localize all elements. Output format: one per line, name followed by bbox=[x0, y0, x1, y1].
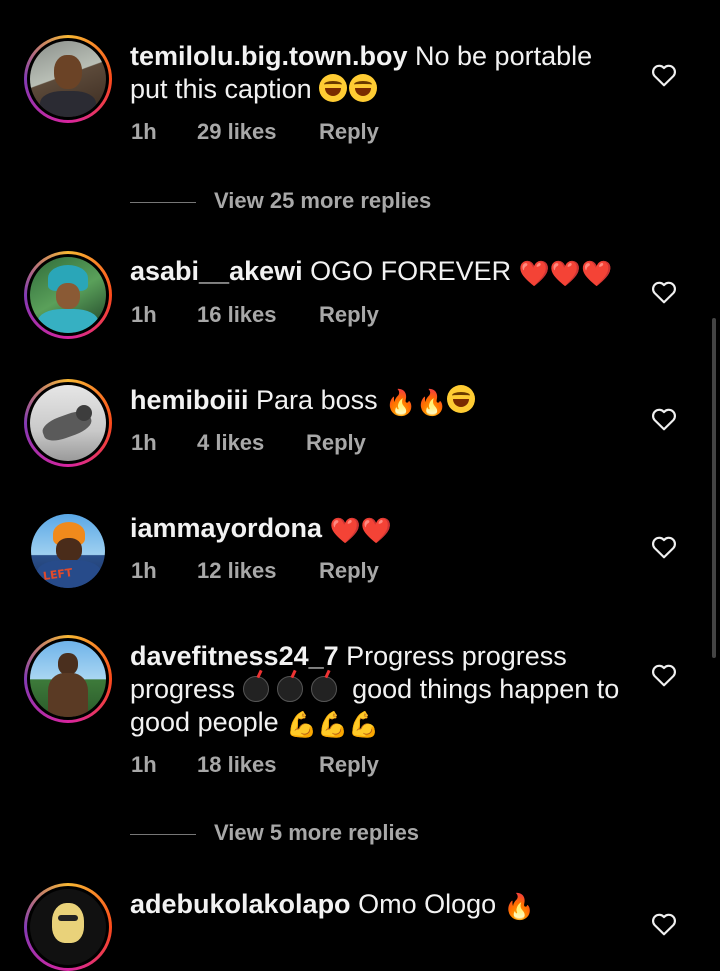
avatar[interactable] bbox=[24, 35, 112, 123]
bomb-emoji-icon bbox=[276, 676, 303, 702]
like-count[interactable]: 29 likes bbox=[197, 119, 277, 145]
heart-outline-icon[interactable] bbox=[651, 407, 677, 431]
divider-line bbox=[130, 201, 196, 203]
comment-time: 1h bbox=[131, 119, 157, 144]
avatar[interactable] bbox=[24, 883, 112, 971]
like-count[interactable]: 4 likes bbox=[197, 430, 264, 456]
heart-emoji-icon: ❤️❤️❤️ bbox=[518, 260, 613, 288]
laughing-emoji-icon bbox=[319, 74, 348, 102]
like-count[interactable]: 12 likes bbox=[197, 558, 277, 584]
fire-emoji-icon: 🔥 bbox=[503, 893, 535, 921]
comment-body: Para boss bbox=[256, 385, 378, 415]
comment-time: 1h bbox=[131, 430, 157, 455]
avatar[interactable]: LEFT bbox=[24, 507, 112, 595]
comment-username[interactable]: temilolu.big.town.boy bbox=[130, 41, 407, 71]
comment-text: asabi__akewi OGO FOREVER ❤️❤️❤️ bbox=[130, 255, 620, 291]
fire-emoji-icon: 🔥🔥 bbox=[385, 389, 448, 417]
comment-text: adebukolakolapo Omo Ologo 🔥 bbox=[130, 888, 620, 924]
comment-body: Omo Ologo bbox=[358, 889, 497, 919]
avatar[interactable] bbox=[24, 251, 112, 339]
comment-time: 1h bbox=[131, 752, 157, 777]
reply-button[interactable]: Reply bbox=[319, 302, 379, 328]
heart-emoji-icon: ❤️❤️ bbox=[329, 517, 392, 545]
reply-button[interactable]: Reply bbox=[319, 119, 379, 145]
avatar[interactable] bbox=[24, 635, 112, 723]
view-more-replies-label: View 25 more replies bbox=[214, 188, 432, 213]
scrollbar[interactable] bbox=[712, 318, 716, 658]
comment-username[interactable]: iammayordona bbox=[130, 513, 322, 543]
reply-button[interactable]: Reply bbox=[319, 558, 379, 584]
heart-outline-icon[interactable] bbox=[651, 280, 677, 304]
comment-text: temilolu.big.town.boy No be portable put… bbox=[130, 40, 620, 106]
view-more-replies-button[interactable]: View 5 more replies bbox=[130, 820, 419, 846]
comment-username[interactable]: davefitness24_7 bbox=[130, 641, 339, 671]
comment-username[interactable]: asabi__akewi bbox=[130, 256, 303, 286]
comment-text: iammayordona ❤️❤️ bbox=[130, 512, 620, 548]
comment-text: davefitness24_7 Progress progress progre… bbox=[130, 640, 620, 742]
bomb-emoji-icon bbox=[310, 676, 337, 702]
divider-line bbox=[130, 833, 196, 835]
heart-outline-icon[interactable] bbox=[651, 63, 677, 87]
reply-button[interactable]: Reply bbox=[306, 430, 366, 456]
heart-outline-icon[interactable] bbox=[651, 912, 677, 936]
comment-text: hemiboiii Para boss 🔥🔥 bbox=[130, 384, 620, 420]
comment-time: 1h bbox=[131, 558, 157, 583]
bomb-emoji-icon bbox=[242, 676, 269, 702]
flexed-biceps-emoji-icon: 💪💪💪 bbox=[286, 711, 380, 739]
comment-time: 1h bbox=[131, 302, 157, 327]
view-more-replies-label: View 5 more replies bbox=[214, 820, 420, 845]
laughing-emoji-icon bbox=[447, 385, 476, 413]
like-count[interactable]: 16 likes bbox=[197, 302, 277, 328]
view-more-replies-button[interactable]: View 25 more replies bbox=[130, 188, 431, 214]
comment-username[interactable]: hemiboiii bbox=[130, 385, 249, 415]
heart-outline-icon[interactable] bbox=[651, 663, 677, 687]
comment-body: OGO FOREVER bbox=[310, 256, 512, 286]
reply-button[interactable]: Reply bbox=[319, 752, 379, 778]
heart-outline-icon[interactable] bbox=[651, 535, 677, 559]
laughing-emoji-icon bbox=[349, 74, 378, 102]
like-count[interactable]: 18 likes bbox=[197, 752, 277, 778]
comment-username[interactable]: adebukolakolapo bbox=[130, 889, 351, 919]
avatar[interactable] bbox=[24, 379, 112, 467]
